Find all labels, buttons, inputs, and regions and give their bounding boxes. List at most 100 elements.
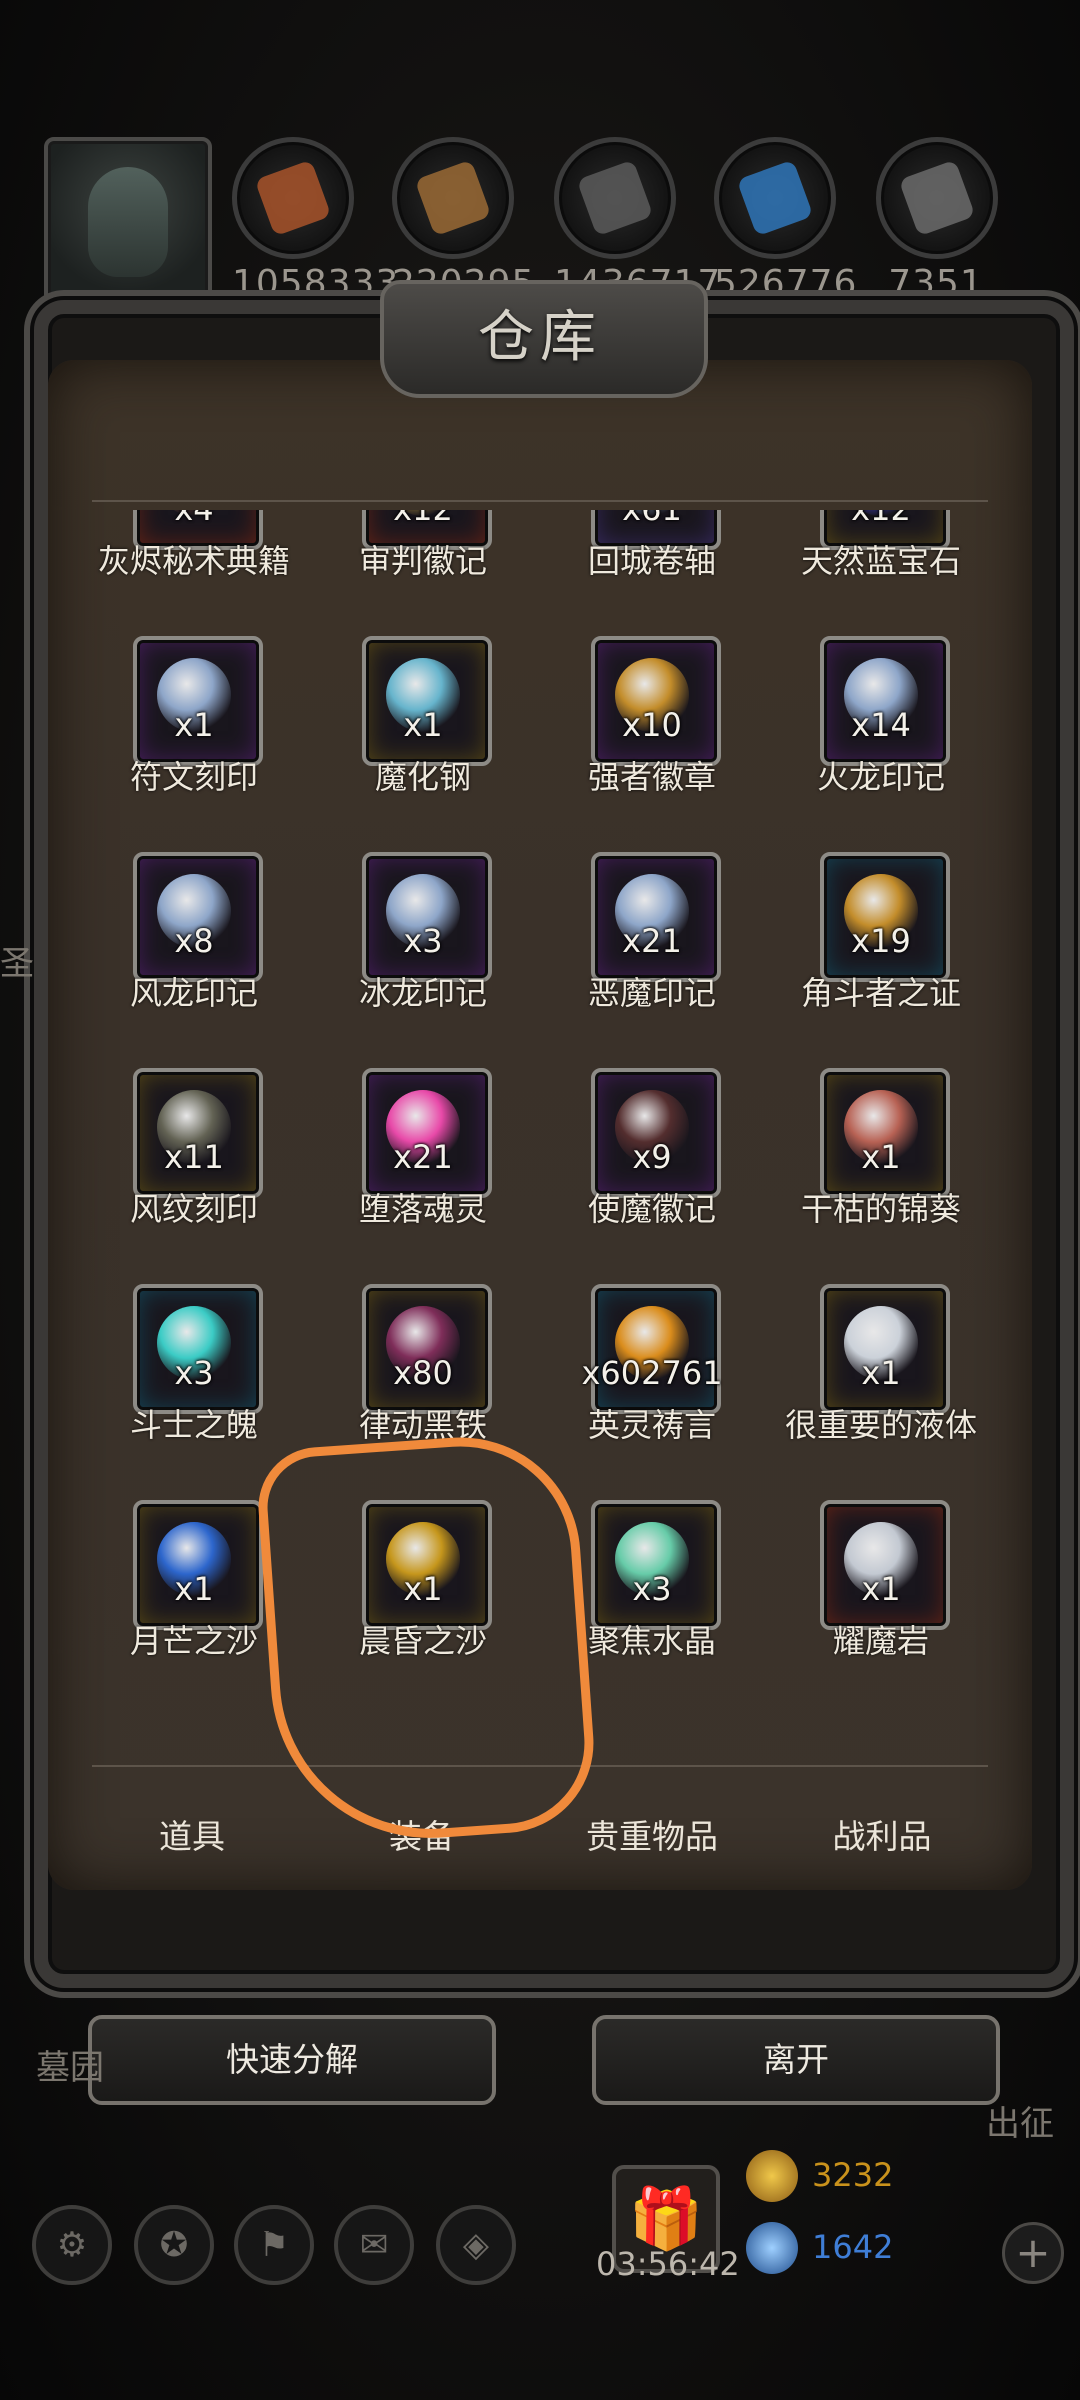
ore-icon xyxy=(232,137,354,259)
inventory-item[interactable]: x61 回城卷轴 xyxy=(550,510,774,636)
item-slot xyxy=(820,636,950,766)
inventory-item[interactable]: x12 审判徽记 xyxy=(321,510,545,636)
item-name: 英灵祷言 xyxy=(587,1406,716,1444)
gem-icon xyxy=(746,2222,798,2274)
item-quantity: x602761 xyxy=(581,1354,723,1392)
inventory-item[interactable]: x4 灰烬秘术典籍 xyxy=(92,510,316,636)
grid-top-divider xyxy=(92,500,988,502)
inventory-item[interactable]: x11 风纹刻印 xyxy=(92,1068,316,1284)
item-slot xyxy=(133,1500,263,1630)
tab-loot[interactable]: 战利品 xyxy=(770,1810,994,1858)
mail-icon[interactable]: ✉ xyxy=(334,2205,414,2285)
item-quantity: x4 xyxy=(92,510,296,528)
inventory-item[interactable]: x3 冰龙印记 xyxy=(321,852,545,1068)
item-quantity: x1 xyxy=(403,706,443,744)
item-quantity: x12 xyxy=(321,510,525,528)
inventory-item[interactable]: x21 堕落魂灵 xyxy=(321,1068,545,1284)
item-name: 强者徽章 xyxy=(587,758,716,796)
item-slot xyxy=(591,852,721,982)
item-quantity: x12 xyxy=(779,510,983,528)
item-name: 火龙印记 xyxy=(816,758,945,796)
item-name: 斗士之魄 xyxy=(129,1406,258,1444)
crystal-icon xyxy=(714,137,836,259)
wood-icon xyxy=(392,137,514,259)
item-name: 堕落魂灵 xyxy=(358,1190,487,1228)
quick-decompose-button[interactable]: 快速分解 xyxy=(88,2015,496,2105)
item-name: 回城卷轴 xyxy=(587,542,716,580)
inventory-item[interactable]: x19 角斗者之证 xyxy=(779,852,988,1068)
item-quantity: x3 xyxy=(174,1354,214,1392)
item-slot xyxy=(362,1068,492,1198)
item-slot xyxy=(591,1068,721,1198)
item-name: 角斗者之证 xyxy=(800,974,961,1012)
item-quantity: x1 xyxy=(861,1354,901,1392)
inventory-item[interactable]: x602761 英灵祷言 xyxy=(550,1284,774,1500)
item-name: 符文刻印 xyxy=(129,758,258,796)
item-slot xyxy=(133,1284,263,1414)
inventory-item[interactable]: x14 火龙印记 xyxy=(779,636,988,852)
settings-icon[interactable]: ⚙ xyxy=(32,2205,112,2285)
item-quantity: x1 xyxy=(861,1138,901,1176)
item-slot xyxy=(591,1284,721,1414)
item-name: 月芒之沙 xyxy=(129,1622,258,1660)
item-slot xyxy=(362,1284,492,1414)
item-name: 恶魔印记 xyxy=(587,974,716,1012)
item-slot xyxy=(133,852,263,982)
add-currency-button[interactable]: + xyxy=(1002,2222,1064,2284)
item-name: 干枯的锦葵 xyxy=(800,1190,961,1228)
side-label-left: 墓园 xyxy=(36,2048,104,2088)
item-name: 冰龙印记 xyxy=(358,974,487,1012)
leave-button[interactable]: 离开 xyxy=(592,2015,1000,2105)
item-quantity: x19 xyxy=(851,922,911,960)
inventory-item[interactable]: x1 魔化钢 xyxy=(321,636,545,852)
resource-value: 526776 xyxy=(714,263,858,304)
inventory-item[interactable]: x1 符文刻印 xyxy=(92,636,316,852)
item-slot xyxy=(362,636,492,766)
item-quantity: x80 xyxy=(393,1354,453,1392)
item-name: 风纹刻印 xyxy=(129,1190,258,1228)
tab-items[interactable]: 道具 xyxy=(80,1810,304,1858)
item-name: 耀魔岩 xyxy=(832,1622,929,1660)
item-slot xyxy=(820,1500,950,1630)
resource-value: 1058333 xyxy=(232,263,400,304)
inventory-item[interactable]: x12 天然蓝宝石 xyxy=(779,510,988,636)
item-name: 很重要的液体 xyxy=(784,1406,977,1444)
item-slot xyxy=(133,636,263,766)
gold-currency: 3232 xyxy=(746,2150,1046,2206)
item-slot xyxy=(820,1068,950,1198)
resource-2[interactable]: 1436717 xyxy=(554,137,720,304)
expedition-label[interactable]: 出征 xyxy=(986,2096,1054,2145)
inventory-item[interactable]: x1 很重要的液体 xyxy=(779,1284,988,1500)
inventory-item[interactable]: x1 耀魔岩 xyxy=(779,1500,988,1710)
resource-4[interactable]: 7351 xyxy=(876,137,998,304)
stone-icon xyxy=(554,137,676,259)
item-quantity: x21 xyxy=(622,922,682,960)
item-quantity: x14 xyxy=(851,706,911,744)
gem-value: 1642 xyxy=(812,2228,894,2266)
item-quantity: x1 xyxy=(174,706,214,744)
item-quantity: x9 xyxy=(632,1138,672,1176)
star-icon[interactable]: ✪ xyxy=(134,2205,214,2285)
item-quantity: x1 xyxy=(861,1570,901,1608)
tab-valuables[interactable]: 贵重物品 xyxy=(540,1810,764,1858)
resource-3[interactable]: 526776 xyxy=(714,137,858,304)
player-avatar[interactable] xyxy=(44,137,212,305)
bag-icon[interactable]: ◈ xyxy=(436,2205,516,2285)
resource-1[interactable]: 220295 xyxy=(392,137,534,304)
item-quantity: x21 xyxy=(393,1138,453,1176)
inventory-item[interactable]: x21 恶魔印记 xyxy=(550,852,774,1068)
guild-icon[interactable]: ⚑ xyxy=(234,2205,314,2285)
panel-title: 仓库 xyxy=(478,305,602,370)
inventory-item[interactable]: x10 强者徽章 xyxy=(550,636,774,852)
gift-timer: 03:56:42 xyxy=(596,2245,740,2283)
item-slot xyxy=(820,852,950,982)
item-name: 审判徽记 xyxy=(358,542,487,580)
item-quantity: x3 xyxy=(403,922,443,960)
item-quantity: x8 xyxy=(174,922,214,960)
inventory-item[interactable]: x1 干枯的锦葵 xyxy=(779,1068,988,1284)
inventory-item[interactable]: x9 使魔徽记 xyxy=(550,1068,774,1284)
resource-0[interactable]: 1058333 xyxy=(232,137,400,304)
avatar-portrait xyxy=(88,167,168,277)
inventory-item[interactable]: x8 风龙印记 xyxy=(92,852,316,1068)
item-slot xyxy=(133,1068,263,1198)
